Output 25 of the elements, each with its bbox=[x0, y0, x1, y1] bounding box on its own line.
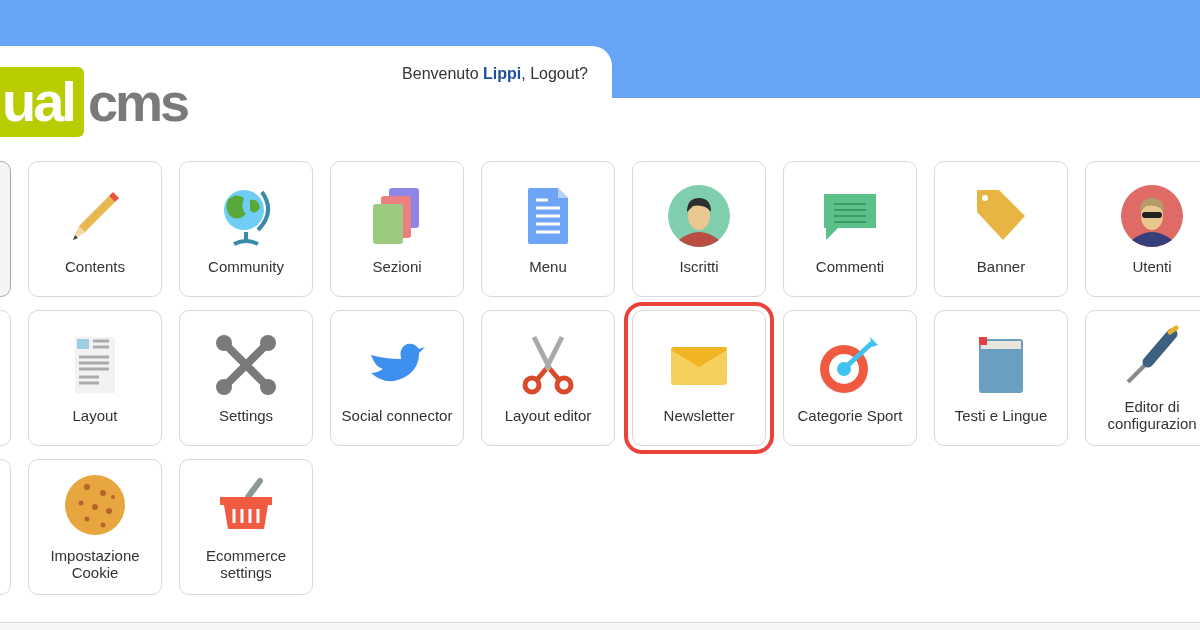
module-tile[interactable]: Social connector bbox=[330, 310, 464, 446]
wrenches-icon bbox=[214, 332, 278, 397]
welcome-text: Benvenuto Lippi, Logout? bbox=[402, 65, 588, 83]
module-tile[interactable]: Testi e Lingue bbox=[934, 310, 1068, 446]
module-tile[interactable]: Banner bbox=[934, 161, 1068, 297]
module-tile[interactable]: Sezioni bbox=[330, 161, 464, 297]
module-tile[interactable]: Commenti bbox=[783, 161, 917, 297]
logo-text: cms bbox=[87, 71, 187, 134]
man-avatar-icon bbox=[667, 183, 731, 248]
module-tile[interactable]: Editor di configurazion bbox=[1085, 310, 1200, 446]
user-link[interactable]: Lippi bbox=[483, 65, 522, 82]
module-tile[interactable]: Layout editor bbox=[481, 310, 615, 446]
module-tile[interactable]: Ecommerce settings bbox=[179, 459, 313, 595]
module-tile[interactable]: Community bbox=[179, 161, 313, 297]
module-tile[interactable]: Layout bbox=[28, 310, 162, 446]
module-tile[interactable]: Menu bbox=[481, 161, 615, 297]
module-tile[interactable]: Impostazione Cookie bbox=[28, 459, 162, 595]
module-tile[interactable]: Contents bbox=[28, 161, 162, 297]
module-tile[interactable]: Utenti bbox=[1085, 161, 1200, 297]
logo-text: ual bbox=[0, 67, 84, 137]
module-tile[interactable]: Iscritti bbox=[632, 161, 766, 297]
module-tile[interactable]: Settings bbox=[179, 310, 313, 446]
module-tile[interactable]: Categorie Sport bbox=[783, 310, 917, 446]
user-avatar-icon bbox=[1120, 183, 1184, 248]
cookie-icon bbox=[63, 473, 127, 537]
